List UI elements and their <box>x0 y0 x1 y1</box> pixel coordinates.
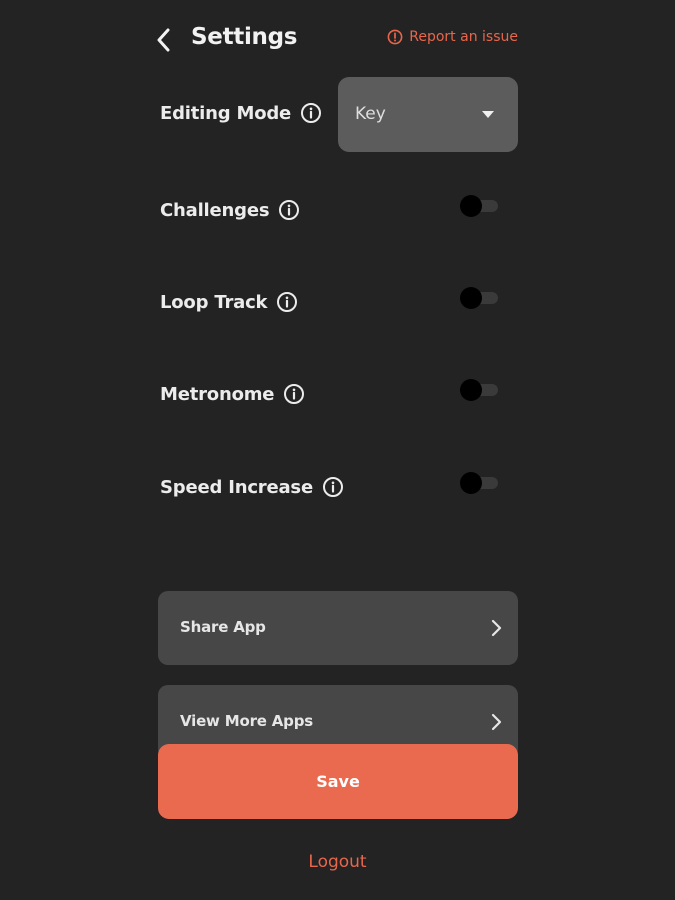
info-icon-glyph <box>279 200 300 220</box>
metronome-label: Metronome <box>160 383 275 405</box>
report-issue-label: Report an issue <box>409 29 518 45</box>
dropdown-selected-value: Key <box>355 104 386 124</box>
report-issue-link[interactable]: Report an issue <box>387 29 518 45</box>
info-icon[interactable] <box>300 102 322 124</box>
speed-increase-label: Speed Increase <box>160 476 313 498</box>
editing-mode-label: Editing Mode <box>160 102 292 124</box>
chevron-left-icon <box>157 28 170 52</box>
info-icon-glyph <box>322 477 343 497</box>
toggle-thumb <box>460 379 482 401</box>
toggle-thumb <box>460 195 482 217</box>
toggle-thumb <box>460 472 482 494</box>
editing-mode-dropdown[interactable]: Key <box>338 77 518 152</box>
loop-track-label: Loop Track <box>160 291 268 313</box>
toggle-thumb <box>460 287 482 309</box>
alert-circle-icon <box>387 29 403 45</box>
loop-track-toggle[interactable] <box>460 287 500 309</box>
setting-row-loop-track: Loop Track <box>160 283 520 323</box>
metronome-toggle[interactable] <box>460 379 500 401</box>
view-more-apps-label: View More Apps <box>180 712 313 730</box>
share-app-label: Share App <box>180 618 266 636</box>
share-app-button[interactable]: Share App <box>158 591 518 665</box>
speed-increase-toggle[interactable] <box>460 472 500 494</box>
settings-screen: Settings Report an issue Editing Mode Ke… <box>0 0 675 900</box>
back-button[interactable] <box>152 22 180 58</box>
logout-link[interactable]: Logout <box>0 852 675 872</box>
info-icon[interactable] <box>283 383 305 405</box>
caret-down-icon <box>482 111 494 118</box>
chevron-right-icon <box>491 619 502 637</box>
setting-row-metronome: Metronome <box>160 375 520 415</box>
header: Settings Report an issue <box>152 22 522 58</box>
challenges-toggle[interactable] <box>460 195 500 217</box>
info-icon[interactable] <box>322 476 344 498</box>
setting-row-challenges: Challenges <box>160 191 520 231</box>
setting-row-speed-increase: Speed Increase <box>160 468 520 508</box>
challenges-label: Challenges <box>160 199 270 221</box>
info-icon[interactable] <box>276 291 298 313</box>
info-icon-glyph <box>277 292 298 312</box>
info-icon[interactable] <box>278 199 300 221</box>
info-icon-glyph <box>301 103 322 123</box>
save-button[interactable]: Save <box>158 744 518 819</box>
chevron-right-icon <box>491 713 502 731</box>
page-title: Settings <box>191 24 298 50</box>
info-icon-glyph <box>284 384 305 404</box>
